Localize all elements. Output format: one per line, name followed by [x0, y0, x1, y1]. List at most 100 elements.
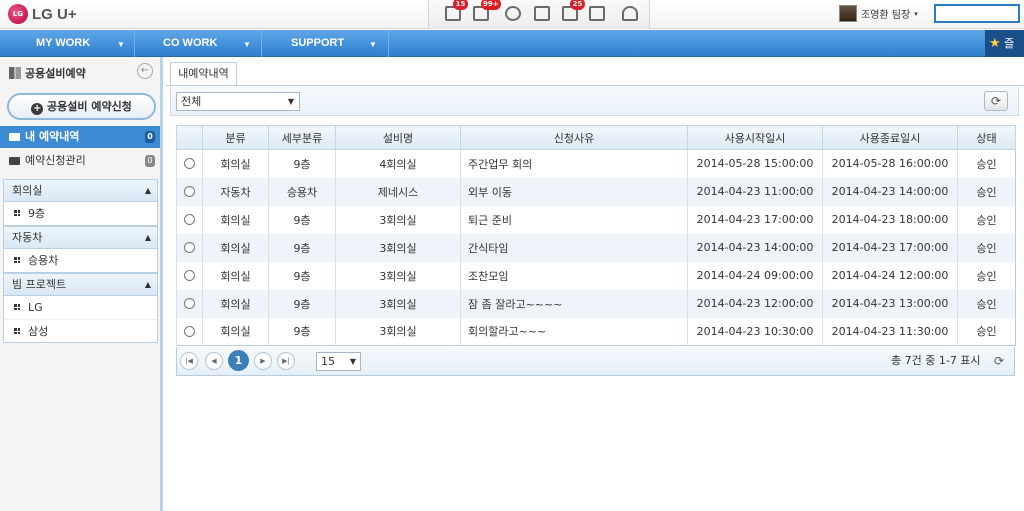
- group-item[interactable]: 9층: [4, 202, 157, 225]
- table-row[interactable]: 회의실 9층 3회의실 간식타임 2014-04-23 14:00:00 2014-04-…: [176, 233, 1016, 262]
- group-item-label: LG: [28, 301, 43, 314]
- menu-my-work[interactable]: MY WORK ▼: [0, 30, 135, 57]
- memo-button[interactable]: [532, 0, 554, 29]
- table-row[interactable]: 회의실 9층 4회의실 주간업무 회의 2014-05-28 15:00:00 2014-…: [176, 149, 1016, 178]
- column-header[interactable]: 사용시작일시: [687, 125, 823, 150]
- category-filter-select[interactable]: 전체 ▼: [176, 92, 300, 111]
- favorites-button[interactable]: ★ 즐겨: [985, 30, 1024, 77]
- column-header[interactable]: 분류: [202, 125, 269, 150]
- sidebar-item-my-reservations[interactable]: 내 예약내역 0: [0, 126, 160, 148]
- chat-button[interactable]: 99+: [471, 0, 501, 29]
- tab-my-reservations[interactable]: 내예약내역: [170, 62, 237, 86]
- sidebar-item-request-management[interactable]: 예약신청관리 0: [0, 150, 160, 172]
- last-page-button[interactable]: ▶|: [277, 352, 295, 370]
- mail-button[interactable]: 15: [443, 0, 468, 29]
- notebook-button[interactable]: [587, 0, 609, 29]
- table-cell: 잠 좀 잘라고~~~~: [460, 289, 688, 318]
- row-radio[interactable]: [184, 325, 195, 337]
- table-cell: 9층: [268, 289, 336, 318]
- sidebar-title-text: 공용설비예약: [25, 67, 86, 80]
- page-size-select[interactable]: 15 ▼: [316, 352, 361, 371]
- collapse-icon: ▲: [144, 233, 151, 242]
- notebook-icon: [589, 6, 605, 21]
- table-cell: 2014-04-23 18:00:00: [822, 205, 958, 234]
- group-header[interactable]: 회의실 ▲: [4, 180, 157, 202]
- table-cell: 9층: [268, 317, 336, 346]
- group-item[interactable]: 승용차: [4, 249, 157, 272]
- column-header[interactable]: 세부분류: [268, 125, 336, 150]
- row-radio[interactable]: [184, 158, 195, 170]
- table-cell: 2014-04-23 17:00:00: [687, 205, 823, 234]
- group-item[interactable]: LG: [4, 296, 157, 319]
- group-item-label: 9층: [28, 207, 46, 220]
- calendar-button[interactable]: 25: [560, 0, 585, 29]
- reservation-table: 분류 세부분류 설비명 신청사유 사용시작일시 사용종료일시 상태 회의실 9층 4회의실 주간업…: [176, 125, 1016, 346]
- group-item[interactable]: 삼성: [4, 319, 157, 342]
- row-radio[interactable]: [184, 298, 195, 309]
- user-menu[interactable]: 조영환 팀장 ▾: [839, 5, 918, 22]
- group-beam-projector: 빔 프로젝트 ▲ LG 삼성: [3, 273, 158, 343]
- table-cell: 2014-04-23 10:30:00: [687, 317, 823, 346]
- sidebar-item-label: 예약신청관리: [25, 154, 86, 167]
- table-cell: 2014-05-28 16:00:00: [822, 149, 958, 178]
- table-cell: 2014-04-23 12:00:00: [687, 289, 823, 318]
- current-page-button[interactable]: 1: [228, 350, 249, 371]
- row-radio[interactable]: [184, 186, 195, 197]
- star-icon: ★: [989, 36, 1001, 51]
- table-cell: 회의할라고~~~: [460, 317, 688, 346]
- menu-co-work[interactable]: CO WORK ▼: [135, 30, 262, 57]
- search-input[interactable]: [934, 4, 1020, 23]
- column-header[interactable]: 사용종료일시: [822, 125, 958, 150]
- row-radio[interactable]: [184, 242, 195, 253]
- table-row[interactable]: 회의실 9층 3회의실 조찬모임 2014-04-24 09:00:00 2014-04-…: [176, 261, 1016, 290]
- next-page-button[interactable]: ▶: [254, 352, 272, 370]
- quick-icons: 15 99+ 25: [428, 0, 650, 29]
- table-cell: 2014-04-23 11:30:00: [822, 317, 958, 346]
- refresh-icon[interactable]: ⟳: [994, 347, 1004, 375]
- logo[interactable]: LG LG U+: [8, 4, 77, 24]
- table-cell: 승인: [957, 149, 1016, 178]
- table-cell: 3회의실: [335, 289, 461, 318]
- chevron-down-icon: ▼: [243, 40, 251, 49]
- table-cell: 9층: [268, 149, 336, 178]
- column-header[interactable]: 신청사유: [460, 125, 688, 150]
- facility-icon: [9, 67, 21, 79]
- count-badge: 0: [145, 155, 155, 167]
- menu-label: SUPPORT: [291, 37, 345, 49]
- table-cell: 9층: [268, 233, 336, 262]
- table-cell: 4회의실: [335, 149, 461, 178]
- table-cell: 승인: [957, 261, 1016, 290]
- row-radio[interactable]: [184, 214, 195, 225]
- chevron-down-icon: ▾: [914, 9, 918, 18]
- table-row[interactable]: 회의실 9층 3회의실 잠 좀 잘라고~~~~ 2014-04-23 12:00:00 2…: [176, 289, 1016, 318]
- new-reservation-label: 공용설비 예약신청: [47, 100, 132, 113]
- folder-icon: [9, 133, 20, 141]
- new-reservation-button[interactable]: + 공용설비 예약신청: [7, 93, 156, 120]
- filter-toolbar: 전체 ▼ ⟳: [170, 87, 1019, 116]
- notification-badge: 25: [570, 0, 585, 10]
- avatar: [839, 5, 857, 22]
- table-row[interactable]: 자동차 승용차 제네시스 외부 이동 2014-04-23 11:00:00 2014-0…: [176, 177, 1016, 206]
- table-header-row: 분류 세부분류 설비명 신청사유 사용시작일시 사용종료일시 상태: [176, 125, 1016, 150]
- collapse-sidebar-icon[interactable]: ←: [137, 63, 153, 79]
- table-row[interactable]: 회의실 9층 3회의실 퇴근 준비 2014-04-23 17:00:00 2014-04…: [176, 205, 1016, 234]
- row-select-cell: [176, 261, 203, 290]
- sidebar-item-label: 내 예약내역: [25, 130, 80, 143]
- row-select-cell: [176, 317, 203, 346]
- group-header[interactable]: 빔 프로젝트 ▲: [4, 274, 157, 296]
- first-page-button[interactable]: |◀: [180, 352, 198, 370]
- menu-support[interactable]: SUPPORT ▼: [262, 30, 389, 57]
- message-button[interactable]: [503, 0, 525, 29]
- group-header[interactable]: 자동차 ▲: [4, 227, 157, 249]
- column-header[interactable]: 상태: [957, 125, 1016, 150]
- person-add-button[interactable]: [620, 0, 642, 29]
- user-name: 조영환 팀장: [861, 10, 911, 21]
- table-cell: 승인: [957, 177, 1016, 206]
- table-row[interactable]: 회의실 9층 3회의실 회의할라고~~~ 2014-04-23 10:30:00 2014…: [176, 317, 1016, 346]
- column-header[interactable]: 설비명: [335, 125, 461, 150]
- row-radio[interactable]: [184, 270, 195, 281]
- grid-icon: [13, 256, 21, 264]
- grid-icon: [13, 209, 21, 217]
- refresh-button[interactable]: ⟳: [984, 91, 1008, 111]
- prev-page-button[interactable]: ◀: [205, 352, 223, 370]
